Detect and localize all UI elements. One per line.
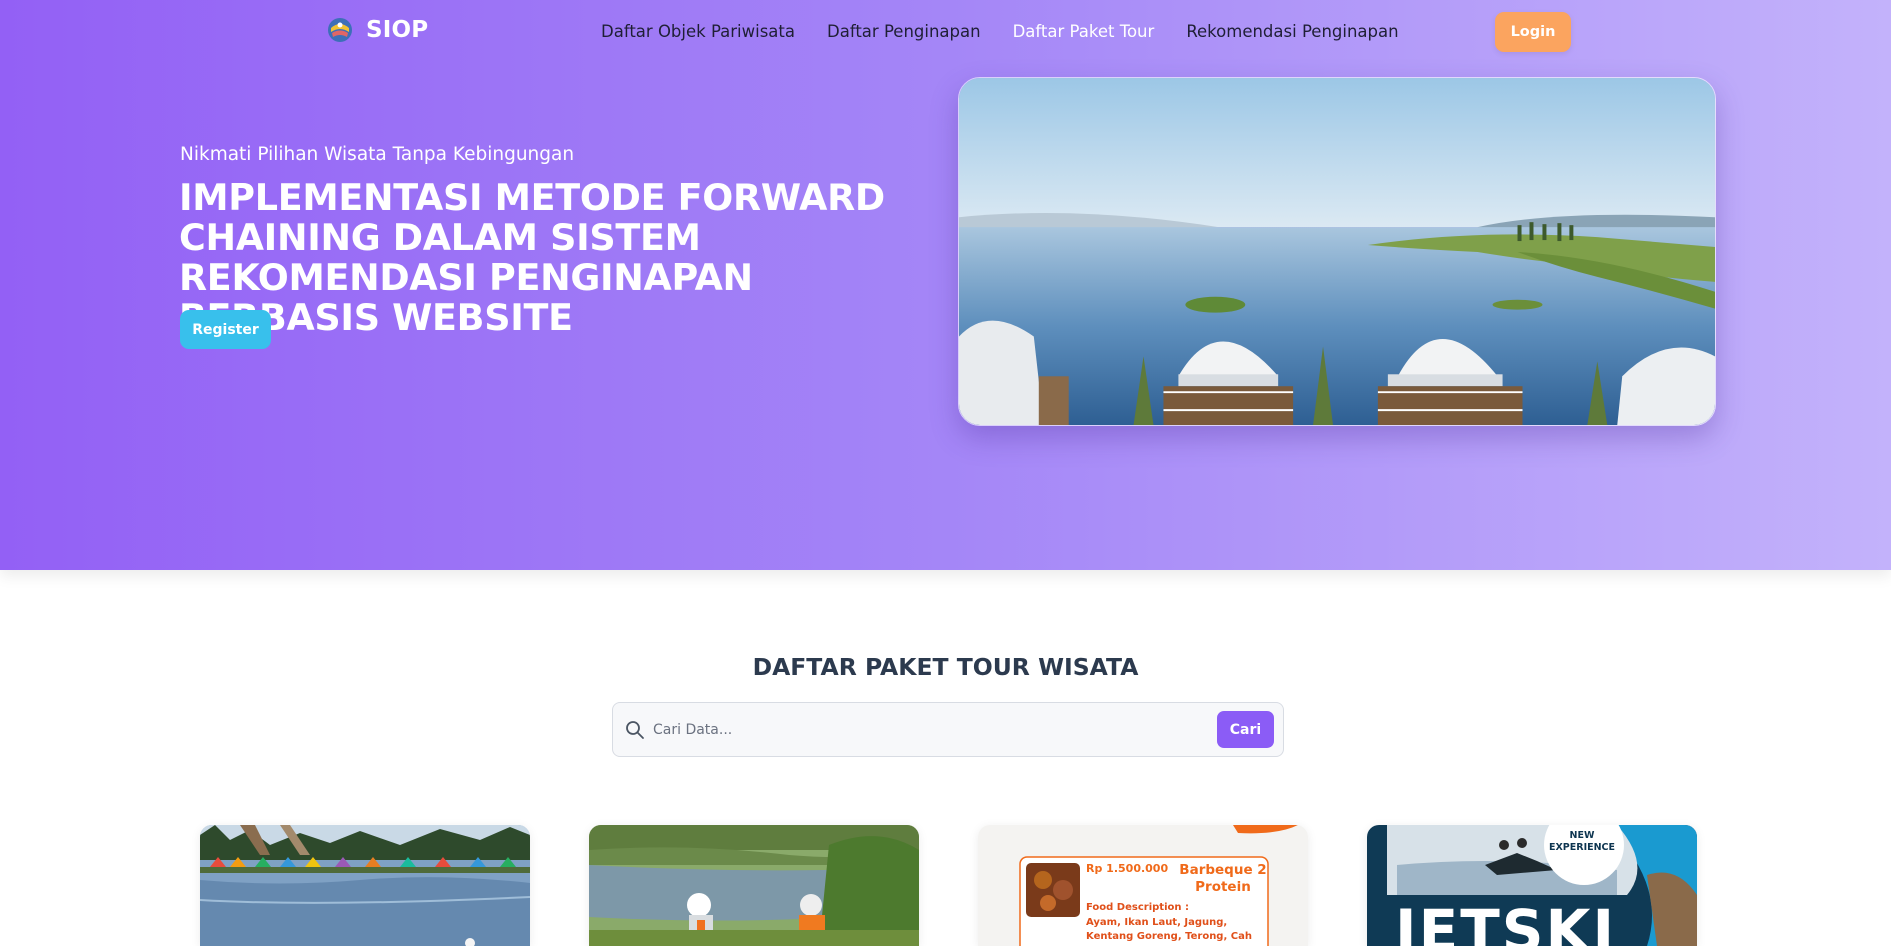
tour-card-cycling[interactable] — [589, 825, 919, 946]
nav-link-paket-tour[interactable]: Daftar Paket Tour — [1013, 22, 1155, 41]
search-icon — [626, 721, 644, 739]
search-button[interactable]: Cari — [1217, 711, 1274, 748]
search-bar: Cari — [612, 702, 1284, 757]
nav-link-penginapan[interactable]: Daftar Penginapan — [827, 22, 981, 41]
search-input[interactable] — [653, 715, 1213, 745]
lake-camping-image — [200, 825, 530, 946]
hero-subtitle: Nikmati Pilihan Wisata Tanpa Kebingungan — [180, 144, 575, 165]
siop-logo-icon — [328, 18, 352, 42]
jetski-headline: JETSKI — [1395, 897, 1617, 946]
hero-section: SIOP Daftar Objek Pariwisata Daftar Peng… — [0, 0, 1891, 570]
section-title: DAFTAR PAKET TOUR WISATA — [752, 653, 1139, 681]
login-button[interactable]: Login — [1495, 12, 1571, 52]
nav-link-objek-pariwisata[interactable]: Daftar Objek Pariwisata — [601, 22, 795, 41]
new-experience-badge: NEW EXPERIENCE — [1548, 830, 1616, 853]
brand[interactable]: SIOP — [326, 16, 428, 44]
tour-card-jetski[interactable]: NEW EXPERIENCE JETSKI — [1367, 825, 1697, 946]
poster-title: Barbeque 2 Protein — [1179, 862, 1267, 895]
register-button[interactable]: Register — [180, 310, 271, 349]
main-nav: Daftar Objek Pariwisata Daftar Penginapa… — [601, 22, 1399, 41]
cycling-image — [589, 825, 919, 946]
nav-link-rekomendasi-penginapan[interactable]: Rekomendasi Penginapan — [1186, 22, 1398, 41]
tour-card-lake-camping[interactable] — [200, 825, 530, 946]
hero-title: IMPLEMENTASI METODE FORWARD CHAINING DAL… — [179, 176, 885, 339]
hero-image — [958, 77, 1716, 426]
tour-card-barbeque[interactable]: Rp 1.500.000 Barbeque 2 Protein Food Des… — [978, 825, 1308, 946]
poster-price: Rp 1.500.000 — [1086, 862, 1169, 875]
poster-desc-label: Food Description : — [1086, 902, 1189, 913]
brand-name: SIOP — [366, 17, 429, 43]
poster-desc: Ayam, Ikan Laut, Jagung, Kentang Goreng,… — [1086, 917, 1252, 942]
